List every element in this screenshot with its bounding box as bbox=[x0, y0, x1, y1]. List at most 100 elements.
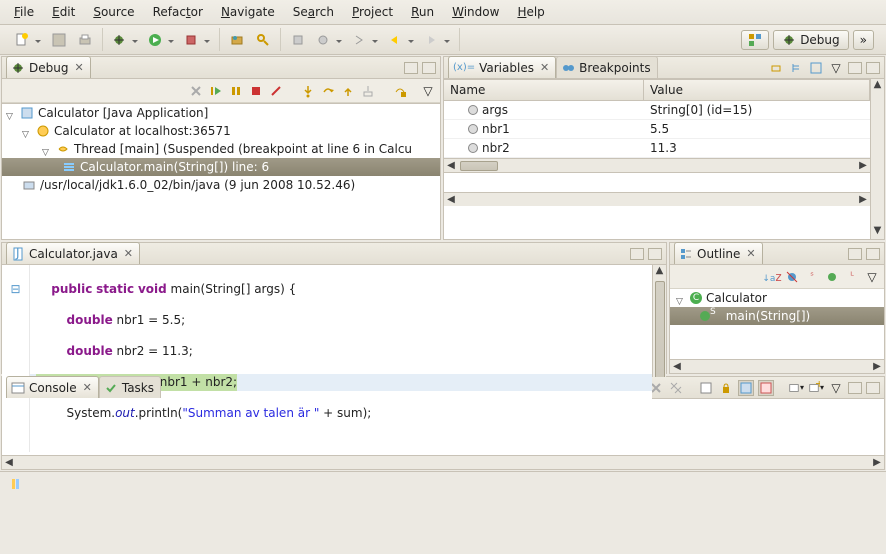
table-row[interactable]: nbr15.5 bbox=[444, 120, 870, 139]
remove-terminated-button[interactable] bbox=[188, 83, 204, 99]
terminate-button[interactable] bbox=[248, 83, 264, 99]
minimize-button[interactable] bbox=[848, 248, 862, 260]
open-perspective-button[interactable] bbox=[741, 30, 769, 50]
print-button[interactable] bbox=[74, 29, 96, 51]
minimize-button[interactable] bbox=[404, 62, 418, 74]
save-button[interactable] bbox=[48, 29, 70, 51]
new-project-button[interactable] bbox=[226, 29, 248, 51]
debug-tree[interactable]: Calculator [Java Application] Calculator… bbox=[2, 103, 440, 239]
skip-breakpoints-button[interactable] bbox=[313, 29, 345, 51]
debug-perspective-button[interactable]: Debug bbox=[773, 30, 848, 50]
outline-class-row[interactable]: CCalculator bbox=[670, 289, 884, 307]
h-scrollbar[interactable]: ◀▶ bbox=[670, 359, 884, 373]
menu-project[interactable]: Project bbox=[344, 2, 401, 22]
menu-search[interactable]: Search bbox=[285, 2, 342, 22]
menu-help[interactable]: Help bbox=[509, 2, 552, 22]
tree-process-row[interactable]: /usr/local/jdk1.6.0_02/bin/java (9 jun 2… bbox=[2, 176, 440, 194]
minimize-button[interactable] bbox=[848, 382, 862, 394]
tree-frame-row[interactable]: Calculator.main(String[]) line: 6 bbox=[2, 158, 440, 176]
menu-refactor[interactable]: Refactor bbox=[145, 2, 211, 22]
drop-to-frame-button[interactable] bbox=[360, 83, 376, 99]
v-scrollbar[interactable]: ▲▼ bbox=[870, 79, 884, 239]
step-button[interactable] bbox=[349, 29, 381, 51]
menu-navigate[interactable]: Navigate bbox=[213, 2, 283, 22]
hide-fields-button[interactable] bbox=[784, 269, 800, 285]
menu-run[interactable]: Run bbox=[403, 2, 442, 22]
h-scrollbar[interactable]: ◀▶ bbox=[2, 455, 884, 469]
search-button[interactable] bbox=[252, 29, 274, 51]
tree-thread-row[interactable]: Thread [main] (Suspended (breakpoint at … bbox=[2, 140, 440, 158]
menu-window[interactable]: Window bbox=[444, 2, 507, 22]
breakpoints-tab[interactable]: Breakpoints bbox=[556, 56, 657, 78]
tree-conn-row[interactable]: Calculator at localhost:36571 bbox=[2, 122, 440, 140]
remove-all-button[interactable] bbox=[668, 380, 684, 396]
suspend-button[interactable] bbox=[228, 83, 244, 99]
hide-nonpublic-button[interactable] bbox=[824, 269, 840, 285]
view-menu-button[interactable]: ▽ bbox=[828, 60, 844, 76]
disconnect-button[interactable] bbox=[268, 83, 284, 99]
debug-tab[interactable]: Debug ✕ bbox=[6, 56, 91, 78]
step-over-button[interactable] bbox=[320, 83, 336, 99]
view-menu-button[interactable]: ▽ bbox=[864, 269, 880, 285]
menu-file[interactable]: File bbox=[6, 2, 42, 22]
use-step-filters-button[interactable] bbox=[392, 83, 408, 99]
sort-button[interactable]: ↓az bbox=[764, 269, 780, 285]
show-logical-button[interactable] bbox=[788, 60, 804, 76]
maximize-button[interactable] bbox=[648, 248, 662, 260]
table-row[interactable]: nbr211.3 bbox=[444, 139, 870, 158]
step-return-button[interactable] bbox=[340, 83, 356, 99]
minimize-button[interactable] bbox=[848, 62, 862, 74]
tasks-tab[interactable]: Tasks bbox=[99, 376, 161, 398]
display-selected-button[interactable] bbox=[758, 380, 774, 396]
close-icon[interactable]: ✕ bbox=[540, 61, 549, 74]
tree-app-row[interactable]: Calculator [Java Application] bbox=[2, 104, 440, 122]
hide-local-button[interactable]: ᴸ bbox=[844, 269, 860, 285]
new-console-button[interactable]: +▾ bbox=[808, 380, 824, 396]
console-tab[interactable]: Console ✕ bbox=[6, 376, 99, 398]
minimize-button[interactable] bbox=[630, 248, 644, 260]
open-console-button[interactable]: ▾ bbox=[788, 380, 804, 396]
h-scrollbar[interactable]: ◀▶ bbox=[444, 192, 870, 206]
code-editor[interactable]: ⊟ public static void main(String[] args)… bbox=[2, 265, 652, 452]
clear-console-button[interactable] bbox=[698, 380, 714, 396]
outline-tab[interactable]: Outline ✕ bbox=[674, 242, 763, 264]
editor-gutter[interactable]: ⊟ bbox=[2, 265, 30, 452]
scroll-lock-button[interactable] bbox=[718, 380, 734, 396]
close-icon[interactable]: ✕ bbox=[124, 247, 133, 260]
step-into-button[interactable] bbox=[300, 83, 316, 99]
menu-source[interactable]: Source bbox=[85, 2, 142, 22]
close-icon[interactable]: ✕ bbox=[74, 61, 83, 74]
back-button[interactable] bbox=[385, 29, 417, 51]
col-value[interactable]: Value bbox=[644, 80, 870, 100]
toggle-breakpoint-button[interactable] bbox=[287, 29, 309, 51]
maximize-button[interactable] bbox=[422, 62, 436, 74]
maximize-button[interactable] bbox=[866, 382, 880, 394]
collapse-all-button[interactable] bbox=[808, 60, 824, 76]
forward-button[interactable] bbox=[421, 29, 453, 51]
editor-tab[interactable]: J Calculator.java ✕ bbox=[6, 242, 140, 264]
hide-static-button[interactable]: ˢ bbox=[804, 269, 820, 285]
menu-edit[interactable]: Edit bbox=[44, 2, 83, 22]
show-type-names-button[interactable] bbox=[768, 60, 784, 76]
tasks-tab-label: Tasks bbox=[122, 381, 154, 395]
maximize-button[interactable] bbox=[866, 62, 880, 74]
view-menu-button[interactable]: ▽ bbox=[828, 380, 844, 396]
resume-button[interactable] bbox=[208, 83, 224, 99]
perspective-more-button[interactable]: » bbox=[853, 30, 874, 50]
view-menu-button[interactable]: ▽ bbox=[420, 83, 436, 99]
outline-tree[interactable]: CCalculator Smain(String[]) bbox=[670, 289, 884, 359]
variables-tab[interactable]: (x)= Variables ✕ bbox=[448, 56, 556, 78]
h-scrollbar[interactable]: ◀▶ bbox=[444, 158, 870, 172]
new-button[interactable] bbox=[12, 29, 44, 51]
col-name[interactable]: Name bbox=[444, 80, 644, 100]
detail-pane[interactable] bbox=[444, 172, 870, 192]
maximize-button[interactable] bbox=[866, 248, 880, 260]
close-icon[interactable]: ✕ bbox=[83, 381, 92, 394]
close-icon[interactable]: ✕ bbox=[746, 247, 755, 260]
pin-console-button[interactable] bbox=[738, 380, 754, 396]
ext-tools-button[interactable] bbox=[181, 29, 213, 51]
table-row[interactable]: argsString[0] (id=15) bbox=[444, 101, 870, 120]
outline-method-row[interactable]: Smain(String[]) bbox=[670, 307, 884, 325]
run-button[interactable] bbox=[145, 29, 177, 51]
debug-button[interactable] bbox=[109, 29, 141, 51]
